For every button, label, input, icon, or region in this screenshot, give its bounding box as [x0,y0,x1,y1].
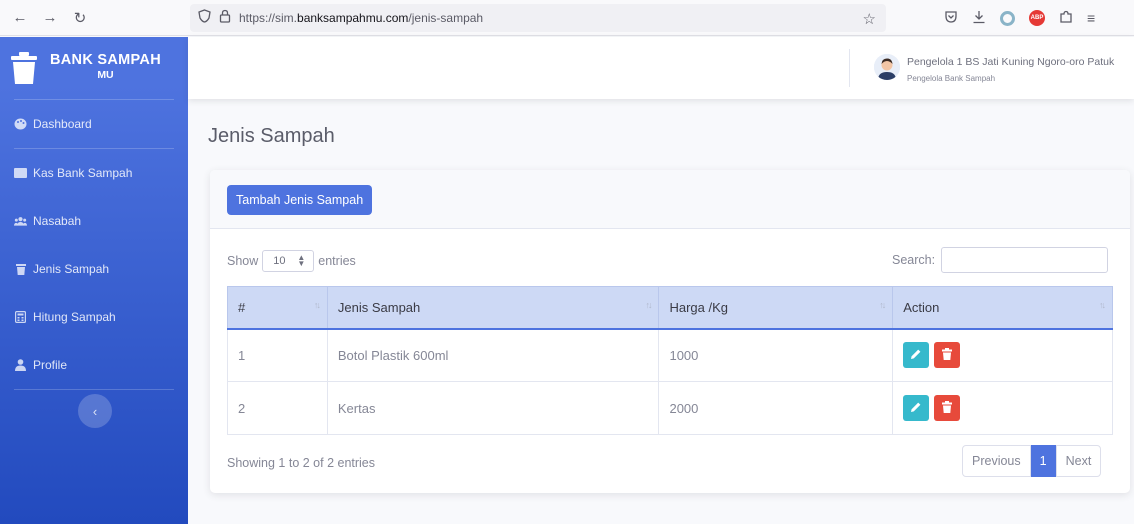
sidebar-item-profile[interactable]: Profile [0,341,188,389]
adblock-icon[interactable]: ABP [1029,10,1045,26]
pocket-icon[interactable] [944,10,958,27]
reload-icon[interactable]: ↻ [72,10,88,27]
url-text[interactable]: https://sim.banksampahmu.com/jenis-sampa… [239,11,483,25]
sidebar-item-nasabah[interactable]: Nasabah [0,197,188,245]
sidebar-item-label: Jenis Sampah [33,262,110,276]
pagination: Previous 1 Next [962,445,1102,477]
sidebar-toggle-button[interactable]: ‹ [78,394,112,428]
sort-arrows-icon: ↑↓ [1099,300,1106,310]
search-control: Search: [892,247,1109,273]
page-title: Jenis Sampah [208,125,335,147]
entries-label: entries [318,254,356,268]
back-arrow-icon[interactable]: ← [12,9,28,26]
download-icon[interactable] [972,10,986,27]
search-label: Search: [892,253,936,267]
chevron-left-icon: ‹ [92,403,98,419]
edit-button[interactable] [903,342,930,369]
forward-arrow-icon[interactable]: → [42,9,58,26]
brand-title: BANK SAMPAH [50,52,161,68]
extensions-puzzle-icon[interactable] [1059,10,1073,27]
topbar-divider [849,49,850,87]
pagination-page-1[interactable]: 1 [1030,445,1056,477]
data-card: Tambah Jenis Sampah Show 10 ▲ ▼ entries S… [210,170,1130,493]
sidebar-divider [14,389,174,390]
edit-button[interactable] [903,395,930,421]
sidebar-item-label: Nasabah [33,214,82,228]
trash-icon [942,347,953,363]
select-arrows-icon: ▲ ▼ [297,253,306,268]
sidebar-item-label: Kas Bank Sampah [33,166,133,180]
avatar[interactable] [874,54,900,80]
calculator-icon [14,311,27,323]
pagination-previous[interactable]: Previous [962,445,1031,477]
pencil-icon [910,401,922,416]
user-role: Pengelola Bank Sampah [907,74,996,83]
cell-harga: 2000 [658,381,894,435]
delete-button[interactable] [934,395,961,421]
users-icon [14,215,27,227]
extension-icon[interactable] [1000,10,1015,26]
sidebar: BANK SAMPAH MU Dashboard Kas Bank Sampah… [0,37,188,524]
shield-icon[interactable] [198,8,211,28]
entries-value: 10 [273,255,286,267]
pencil-icon [910,348,922,363]
add-jenis-sampah-button[interactable]: Tambah Jenis Sampah [227,185,373,215]
cell-action [892,328,1113,382]
user-name[interactable]: Pengelola 1 BS Jati Kuning Ngoro-oro Pat… [907,56,1114,68]
sidebar-item-hitung-sampah[interactable]: Hitung Sampah [0,293,188,341]
sidebar-item-dashboard[interactable]: Dashboard [0,100,188,148]
search-input[interactable] [941,247,1109,273]
column-header-harga[interactable]: Harga /Kg ↑↓ [658,286,894,330]
entries-select[interactable]: 10 ▲ ▼ [262,250,315,272]
pagination-next[interactable]: Next [1055,445,1102,477]
table-info: Showing 1 to 2 of 2 entries [227,456,376,470]
user-icon [14,359,27,371]
browser-toolbar: ← → ↻ https://sim.banksampahmu.com/jenis… [0,0,1134,36]
sidebar-item-jenis-sampah[interactable]: Jenis Sampah [0,245,188,293]
sort-arrows-icon: ↑↓ [879,300,886,310]
cell-harga: 1000 [658,328,894,382]
jenis-sampah-table: # ↑↓ Jenis Sampah ↑↓ Harga /Kg ↑↓ Action ↑↓ … [227,286,1113,435]
brand-text: BANK SAMPAH MU [50,53,161,83]
address-bar[interactable]: https://sim.banksampahmu.com/jenis-sampa… [190,4,886,32]
table-row: 1 Botol Plastik 600ml 1000 [227,328,1113,382]
column-header-action[interactable]: Action ↑↓ [892,286,1113,330]
sort-arrows-icon: ↑↓ [313,300,321,310]
card-header: Tambah Jenis Sampah [210,170,1130,229]
cell-action [892,381,1113,435]
browser-extensions: ABP ≡ [944,0,1095,36]
table-header-row: # ↑↓ Jenis Sampah ↑↓ Harga /Kg ↑↓ Action ↑↓ [227,286,1113,330]
column-header-no[interactable]: # ↑↓ [227,286,328,330]
topbar: Pengelola 1 BS Jati Kuning Ngoro-oro Pat… [188,37,1134,99]
delete-button[interactable] [934,342,961,369]
sidebar-item-label: Dashboard [33,117,92,131]
lock-icon[interactable] [219,9,231,28]
trash-icon [14,263,27,275]
column-header-jenis[interactable]: Jenis Sampah ↑↓ [326,286,660,330]
sidebar-item-kas-bank-sampah[interactable]: Kas Bank Sampah [0,149,188,197]
menu-icon[interactable]: ≡ [1087,10,1095,26]
table-row: 2 Kertas 2000 [227,381,1113,435]
entries-length-control: Show 10 ▲ ▼ entries [227,250,356,272]
cash-icon [14,167,27,179]
cell-jenis: Botol Plastik 600ml [326,328,660,382]
sidebar-item-label: Hitung Sampah [33,310,116,324]
trash-icon [10,51,38,85]
sidebar-item-label: Profile [33,358,68,372]
brand-subtitle: MU [97,69,114,81]
palette-icon [14,118,27,130]
cell-jenis: Kertas [326,381,660,435]
browser-nav: ← → ↻ [0,9,190,27]
bookmark-star-icon[interactable]: ☆ [863,10,876,28]
cell-no: 2 [227,381,328,435]
trash-icon [942,400,953,416]
show-label: Show [227,254,259,268]
sort-arrows-icon: ↑↓ [645,300,652,310]
sidebar-brand[interactable]: BANK SAMPAH MU [0,37,188,99]
cell-no: 1 [227,328,328,382]
